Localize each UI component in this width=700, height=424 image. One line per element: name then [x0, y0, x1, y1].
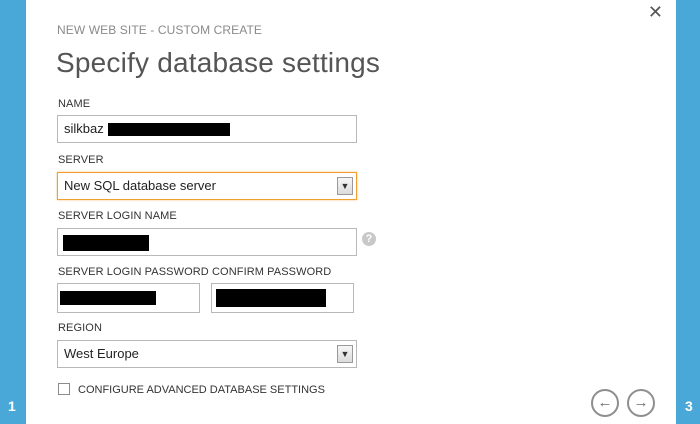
page-title: Specify database settings [56, 47, 381, 78]
name-label: NAME [58, 98, 91, 110]
confirm-password-label: CONFIRM PASSWORD [212, 266, 332, 278]
close-icon[interactable]: ✕ [648, 3, 663, 21]
name-field[interactable]: silkbaz [57, 115, 357, 143]
server-label: SERVER [58, 154, 104, 166]
chevron-down-icon[interactable]: ▼ [337, 345, 353, 363]
login-name-field[interactable] [57, 228, 357, 256]
chevron-down-icon[interactable]: ▼ [337, 177, 353, 195]
redacted-text [63, 235, 149, 251]
confirm-password-field[interactable] [211, 283, 354, 313]
arrow-right-icon: → [633, 394, 649, 411]
step-bar-left: 1 [0, 0, 26, 424]
region-label: REGION [58, 322, 102, 334]
server-select-value: New SQL database server [64, 178, 216, 193]
wizard-subtitle: NEW WEB SITE - CUSTOM CREATE [57, 23, 263, 37]
redacted-text [108, 123, 230, 136]
region-select-value: West Europe [64, 346, 139, 361]
password-label: SERVER LOGIN PASSWORD [58, 266, 209, 278]
server-select[interactable]: New SQL database server ▼ [57, 172, 357, 200]
step-number-next[interactable]: 3 [685, 398, 693, 414]
advanced-settings-label[interactable]: CONFIGURE ADVANCED DATABASE SETTINGS [78, 384, 325, 396]
redacted-text [60, 291, 156, 305]
login-name-label: SERVER LOGIN NAME [58, 210, 177, 222]
region-select[interactable]: West Europe ▼ [57, 340, 357, 368]
redacted-text [216, 289, 326, 307]
step-number-previous[interactable]: 1 [8, 398, 16, 414]
password-field[interactable] [57, 283, 200, 313]
help-icon[interactable]: ? [362, 232, 376, 246]
advanced-settings-checkbox[interactable] [58, 383, 70, 395]
name-field-value: silkbaz [64, 121, 104, 136]
step-bar-right: 3 [676, 0, 700, 424]
next-button[interactable]: → [627, 389, 655, 417]
back-button[interactable]: ← [591, 389, 619, 417]
arrow-left-icon: ← [597, 394, 613, 411]
